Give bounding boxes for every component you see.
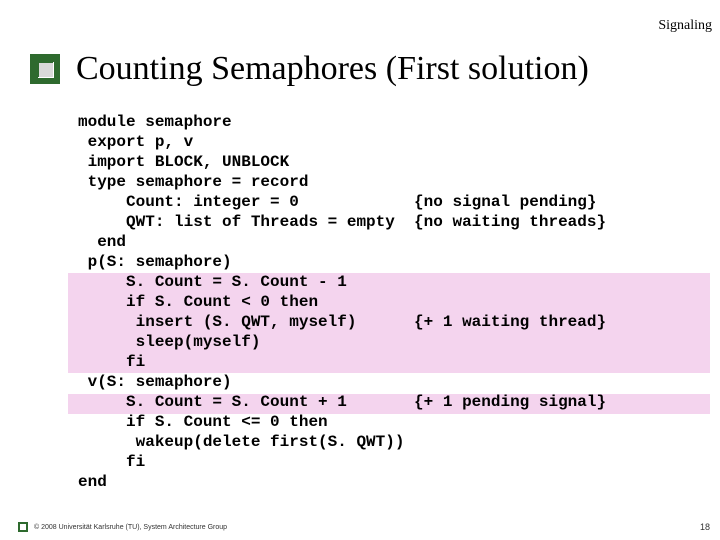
code-block: module semaphore export p, v import BLOC… bbox=[78, 112, 708, 492]
page-number: 18 bbox=[700, 522, 710, 532]
slide: Signaling Counting Semaphores (First sol… bbox=[0, 0, 720, 540]
code-line: type semaphore = record bbox=[78, 172, 708, 192]
code-line: end bbox=[78, 232, 708, 252]
code-line: wakeup(delete first(S. QWT)) bbox=[78, 432, 708, 452]
code-line: insert (S. QWT, myself) {+ 1 waiting thr… bbox=[78, 312, 708, 332]
code-line: fi bbox=[78, 452, 708, 472]
footer: © 2008 Universität Karlsruhe (TU), Syste… bbox=[18, 522, 227, 532]
title-row: Counting Semaphores (First solution) bbox=[30, 50, 710, 88]
code-line: end bbox=[78, 472, 708, 492]
code-line: module semaphore bbox=[78, 112, 708, 132]
bullet-square-icon bbox=[30, 54, 60, 84]
code-line: v(S: semaphore) bbox=[78, 372, 708, 392]
code-line: import BLOCK, UNBLOCK bbox=[78, 152, 708, 172]
code-line: S. Count = S. Count + 1 {+ 1 pending sig… bbox=[78, 392, 708, 412]
code-line: S. Count = S. Count - 1 bbox=[78, 272, 708, 292]
code-line: p(S: semaphore) bbox=[78, 252, 708, 272]
slide-title: Counting Semaphores (First solution) bbox=[76, 50, 589, 88]
code-line: export p, v bbox=[78, 132, 708, 152]
code-line: Count: integer = 0 {no signal pending} bbox=[78, 192, 708, 212]
section-topic: Signaling bbox=[658, 18, 712, 34]
code-line: QWT: list of Threads = empty {no waiting… bbox=[78, 212, 708, 232]
footer-copyright: © 2008 Universität Karlsruhe (TU), Syste… bbox=[34, 524, 227, 531]
footer-logo-icon bbox=[18, 522, 28, 532]
code-line: fi bbox=[78, 352, 708, 372]
code-line: sleep(myself) bbox=[78, 332, 708, 352]
code-line: if S. Count < 0 then bbox=[78, 292, 708, 312]
code-line: if S. Count <= 0 then bbox=[78, 412, 708, 432]
